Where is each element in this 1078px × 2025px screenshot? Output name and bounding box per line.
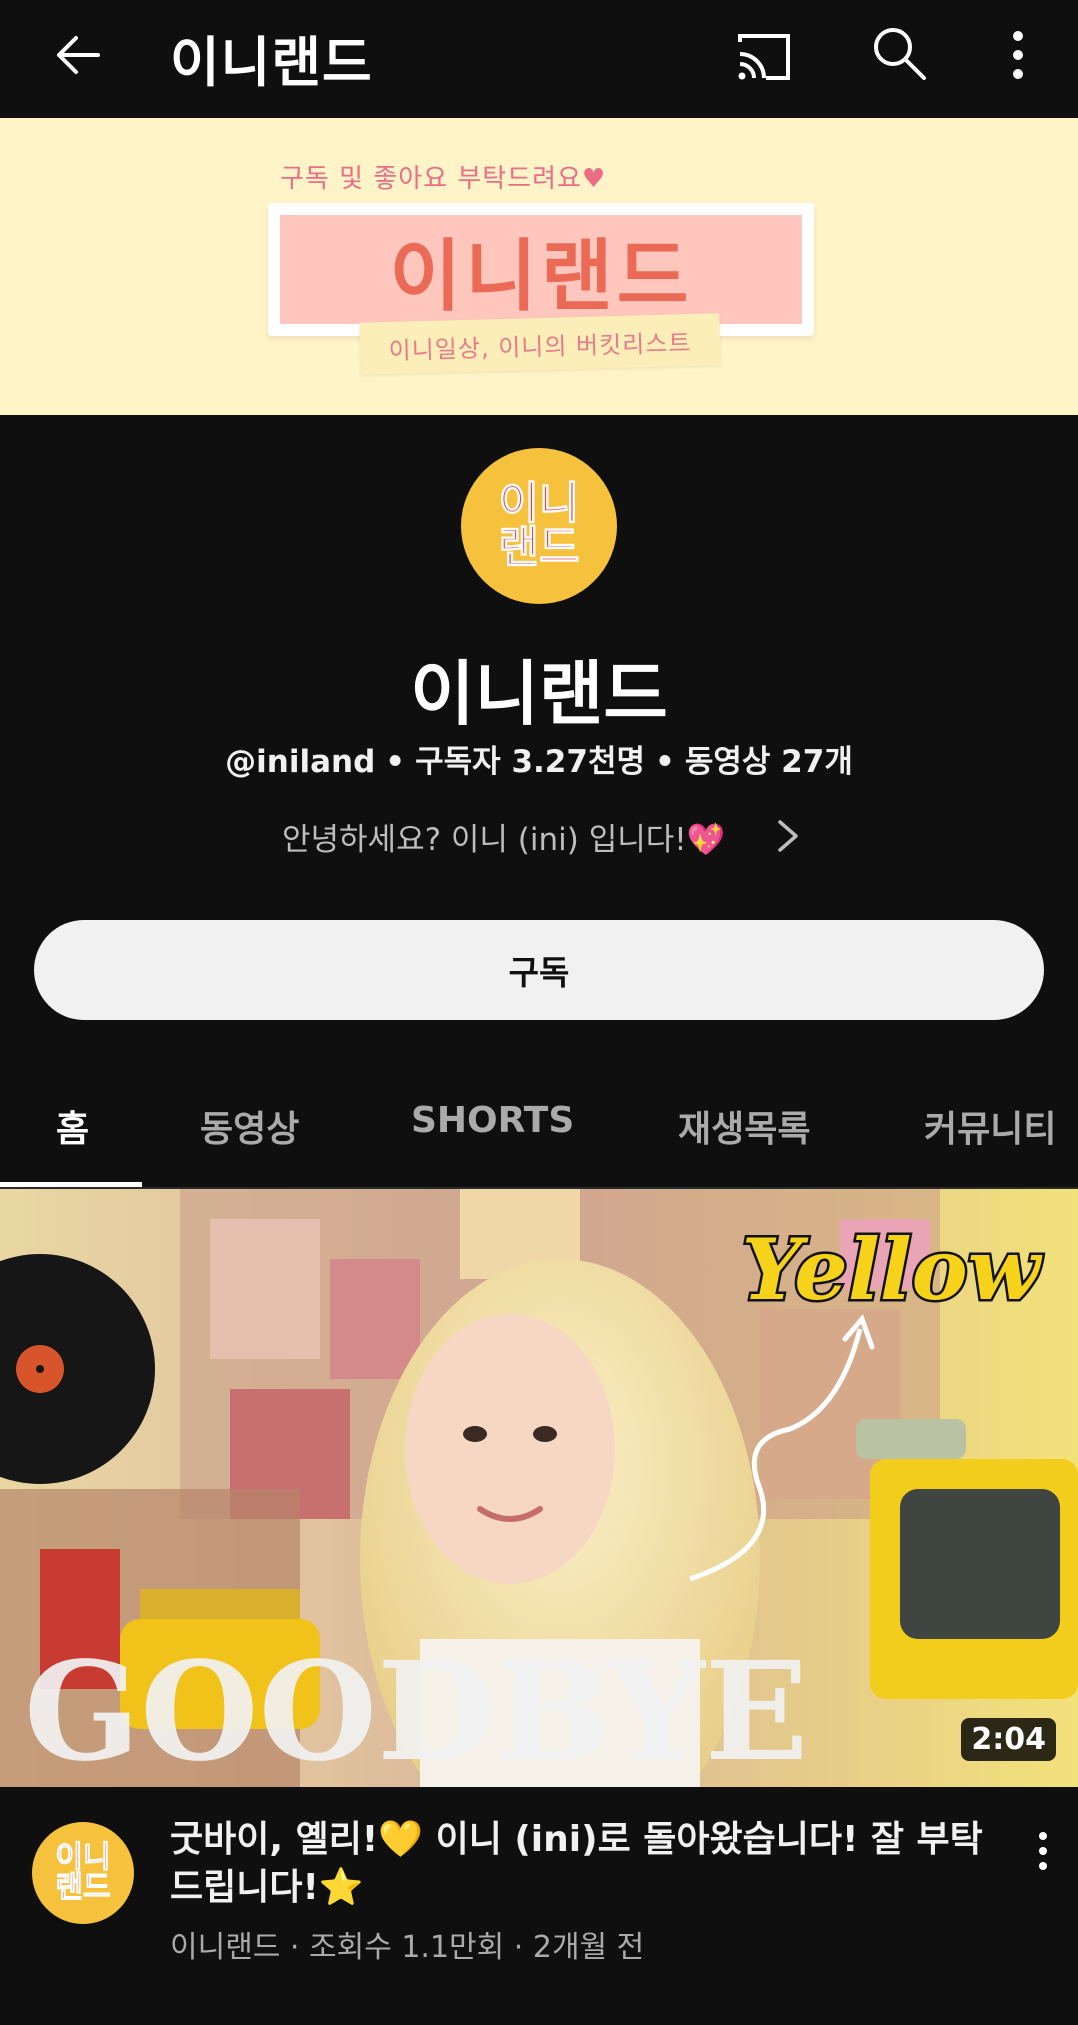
- tab-shorts[interactable]: SHORTS: [411, 1100, 574, 1141]
- subscribe-button[interactable]: 구독: [34, 920, 1044, 1020]
- channel-name: 이니랜드: [410, 653, 668, 735]
- channel-handle: @iniland: [225, 744, 376, 780]
- meta-separator: •: [655, 744, 675, 780]
- avatar-text-line2: 랜드: [498, 522, 580, 573]
- subscribe-label: 구독: [508, 953, 570, 992]
- banner-title: 이니랜드: [389, 231, 693, 322]
- subscriber-count: 구독자 3.27천명: [415, 744, 645, 780]
- tab-home[interactable]: 홈: [56, 1100, 89, 1152]
- video-duration-badge: 2:04: [961, 1718, 1056, 1761]
- banner-tape: 이니일상, 이니의 버킷리스트: [359, 313, 721, 375]
- channel-avatar[interactable]: 이니 랜드: [461, 448, 617, 604]
- thumbnail-image: Yellow GOODBYE: [0, 1189, 1078, 1787]
- thumbnail-text-bottom: GOODBYE: [24, 1632, 808, 1787]
- meta-separator: •: [385, 744, 406, 780]
- video-title[interactable]: 굿바이, 옐리!💛 이니 (ini)로 돌아왔습니다! 잘 부탁드립니다!⭐: [170, 1816, 990, 1912]
- banner-board: 이니랜드: [268, 203, 814, 336]
- channel-tabs: 홈 동영상 SHORTS 재생목록 커뮤니티: [0, 1078, 1078, 1190]
- video-count: 동영상 27개: [684, 744, 853, 780]
- top-app-bar: 이니랜드: [0, 0, 1078, 118]
- avatar-text-line1: 이니: [498, 478, 580, 529]
- banner-subtitle: 이니일상, 이니의 버킷리스트: [388, 328, 692, 365]
- video-meta: 이니랜드 · 조회수 1.1만회 · 2개월 전: [170, 1930, 645, 1965]
- channel-description[interactable]: 안녕하세요? 이니 (ini) 입니다!💖: [282, 814, 725, 859]
- chevron-right-icon[interactable]: [770, 816, 806, 856]
- tab-community[interactable]: 커뮤니티: [924, 1100, 1056, 1152]
- search-icon[interactable]: [866, 20, 932, 86]
- back-arrow-icon[interactable]: [48, 22, 114, 88]
- banner-tagline: 구독 및 좋아요 부탁드려요♥: [280, 164, 607, 194]
- video-channel-avatar[interactable]: 이니 랜드: [32, 1822, 134, 1924]
- thumbnail-text-top: Yellow: [742, 1220, 1043, 1319]
- more-vert-icon[interactable]: [1028, 1828, 1058, 1874]
- tab-videos[interactable]: 동영상: [200, 1100, 299, 1152]
- tab-playlists[interactable]: 재생목록: [678, 1100, 810, 1152]
- cast-icon[interactable]: [730, 24, 796, 90]
- channel-meta: @iniland • 구독자 3.27천명 • 동영상 27개: [0, 736, 1078, 781]
- avatar-text-line1: 이니: [55, 1840, 111, 1875]
- more-vert-icon[interactable]: [990, 22, 1046, 88]
- channel-banner: 구독 및 좋아요 부탁드려요♥ 이니랜드 이니일상, 이니의 버킷리스트: [0, 118, 1078, 415]
- featured-video-thumbnail[interactable]: Yellow GOODBYE 2:04: [0, 1189, 1078, 1787]
- avatar-text-line2: 랜드: [55, 1870, 111, 1905]
- app-bar-title: 이니랜드: [170, 31, 373, 94]
